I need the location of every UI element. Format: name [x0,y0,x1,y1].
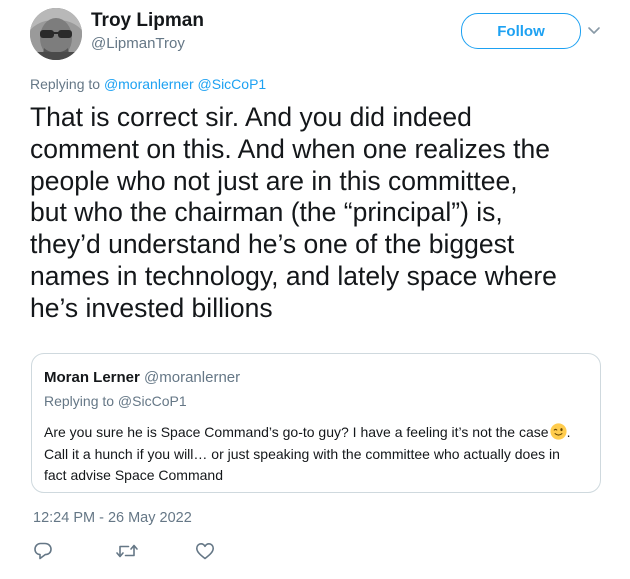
tweet-text-line: but who the chairman (the “principal”) i… [30,197,503,228]
tweet-text-line: people who not just are in this committe… [30,165,518,196]
quoted-tweet[interactable]: Moran Lerner @moranlerner Replying to @S… [31,353,601,493]
tweet-text-line: names in technology, and lately space wh… [30,260,557,291]
tweet-text-line: That is correct sir. And you did indeed [30,102,472,132]
tweet-text-line: he’s invested billions [30,292,273,323]
quoted-author: Moran Lerner @moranlerner [44,369,240,386]
quoted-author-handle: @moranlerner [144,369,241,386]
reply-context: Replying to @moranlerner @SicCoP1 [30,76,266,92]
reply-context-prefix: Replying to [30,76,101,92]
tweet-text: That is correct sir. And you did indeed … [30,102,630,325]
reply-icon[interactable] [32,540,54,562]
quoted-text-punctuation: . [566,424,571,440]
quoted-author-name: Moran Lerner [44,369,140,386]
retweet-icon[interactable] [115,540,138,562]
tweet-text-line: they’d understand he’s one of the bigges… [30,229,515,260]
quoted-text-line: Call it a hunch if you will… or just spe… [44,445,560,462]
like-icon[interactable] [194,540,216,562]
chevron-down-icon[interactable] [584,20,604,40]
quoted-text-line-content: Are you sure he is Space Command’s go-to… [44,424,549,440]
tweet-card: Troy Lipman @LipmanTroy Follow Replying … [0,0,630,579]
tweet-timestamp[interactable]: 12:24 PM - 26 May 2022 [33,510,192,526]
author-handle[interactable]: @LipmanTroy [91,35,185,52]
quoted-text-line: Are you sure he is Space Command’s go-to… [44,422,592,444]
follow-button[interactable]: Follow [461,13,581,49]
quoted-reply-context: Replying to @SicCoP1 [44,393,187,409]
mention-link[interactable]: @moranlerner [104,76,194,92]
quoted-text-line: fact advise Space Command [44,467,223,483]
mention-link[interactable]: @SicCoP1 [198,76,267,92]
tweet-text-line: comment on this. And when one realizes t… [30,133,550,164]
quoted-tweet-text: Are you sure he is Space Command’s go-to… [44,422,592,487]
winking-face-icon [549,423,567,440]
author-name[interactable]: Troy Lipman [91,10,204,32]
avatar[interactable] [30,8,82,60]
